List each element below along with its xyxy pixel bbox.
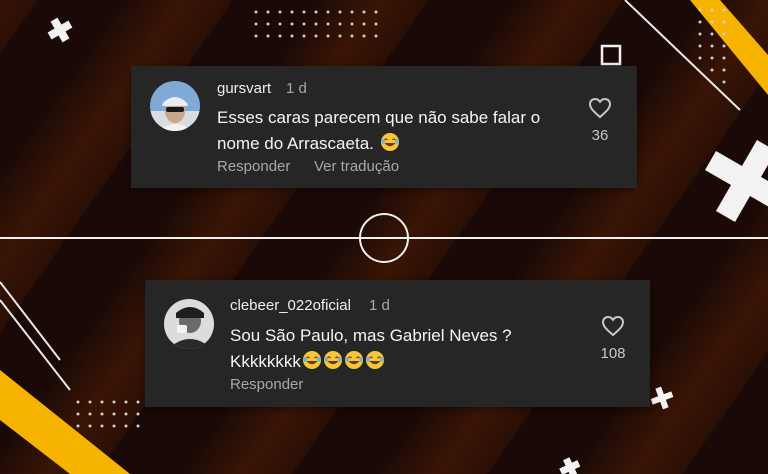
avatar[interactable] <box>164 299 214 349</box>
emoji-group <box>301 350 385 371</box>
heart-icon[interactable] <box>601 315 625 337</box>
square-icon <box>600 44 622 66</box>
dot-grid-top <box>254 10 378 38</box>
timestamp: 1 d <box>286 80 307 97</box>
dot-grid-bottom <box>76 400 140 428</box>
laughing-emoji-icon <box>323 350 343 370</box>
username[interactable]: gursvart <box>217 80 271 97</box>
plus-icon-small <box>650 386 674 410</box>
comment-card: gursvart 1 d Esses caras parecem que não… <box>131 66 637 188</box>
comment-text: Sou São Paulo, mas Gabriel Neves ? Kkkkk… <box>230 323 570 375</box>
plus-icon-large <box>704 139 768 223</box>
username[interactable]: clebeer_022oficial <box>230 297 351 314</box>
line-bottom-left <box>0 299 71 391</box>
yellow-stripe-top <box>690 0 768 95</box>
comment-text-line: Sou São Paulo, mas Gabriel Neves ? <box>230 326 512 345</box>
like-count: 108 <box>600 345 626 362</box>
comment-text-line: Kkkkkkkk <box>230 349 570 375</box>
translate-button[interactable]: Ver tradução <box>314 158 399 175</box>
avatar[interactable] <box>150 81 200 131</box>
heart-icon[interactable] <box>588 97 612 119</box>
comment-text-line: Esses caras parecem que não sabe falar o <box>217 108 541 127</box>
yellow-stripe-bottom <box>0 370 130 474</box>
comment-text: Esses caras parecem que não sabe falar o… <box>217 105 577 157</box>
laughing-emoji-icon <box>365 350 385 370</box>
plus-icon <box>47 17 73 43</box>
reply-button[interactable]: Responder <box>230 376 303 393</box>
laughing-emoji-icon <box>380 132 400 152</box>
like-count: 36 <box>591 127 609 144</box>
comment-text-line-content: nome do Arrascaeta. <box>217 134 374 153</box>
emoji-group <box>379 132 400 153</box>
plus-icon-bottom <box>559 457 581 474</box>
comment-text-line-content: Kkkkkkkk <box>230 352 301 371</box>
comment-text-line: nome do Arrascaeta. <box>217 131 577 157</box>
laughing-emoji-icon <box>302 350 322 370</box>
laughing-emoji-icon <box>344 350 364 370</box>
comment-card: clebeer_022oficial 1 d Sou São Paulo, ma… <box>145 280 650 407</box>
line-bottom-left-2 <box>0 281 61 361</box>
reply-button[interactable]: Responder <box>217 158 290 175</box>
timestamp: 1 d <box>369 297 390 314</box>
